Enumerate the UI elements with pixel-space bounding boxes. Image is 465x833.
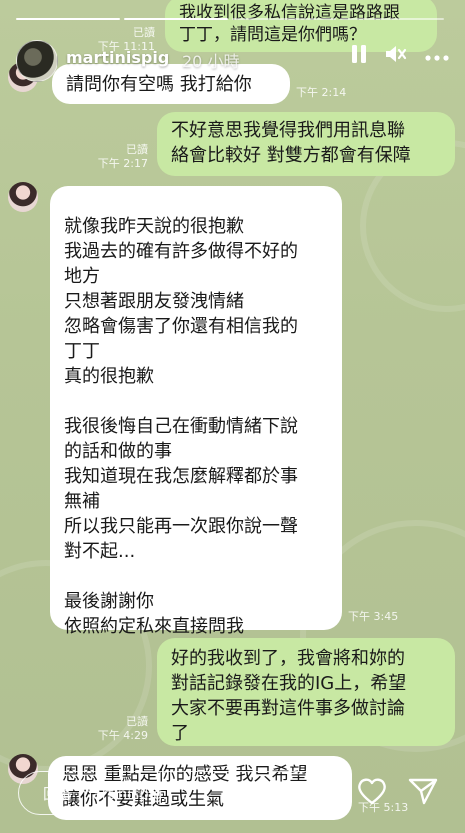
message-meta: 下午 2:14: [296, 86, 347, 99]
pause-icon[interactable]: [351, 44, 367, 68]
story-progress-segment: [16, 18, 120, 20]
header-controls: [351, 44, 449, 68]
reply-input[interactable]: [41, 781, 315, 807]
sender-avatar: [8, 182, 38, 212]
story-screen: 我收到很多私信說這是路路跟 丁丁，請問這是你們嗎？ 已讀 下午 11:11 請問…: [0, 0, 465, 833]
message-meta: 已讀 下午 2:17: [97, 143, 148, 170]
reply-box[interactable]: [18, 771, 336, 815]
username[interactable]: martinispig: [66, 48, 169, 67]
story-progress-segment: [340, 18, 444, 20]
profile-avatar[interactable]: [16, 40, 58, 82]
story-footer: [0, 763, 465, 833]
story-progress-segment: [232, 18, 336, 20]
message-bubble-outgoing: 不好意思我覺得我們用訊息聯 絡會比較好 對雙方都會有保障: [157, 112, 455, 176]
heart-icon[interactable]: [357, 777, 387, 809]
message-bubble-outgoing: 好的我收到了，我會將和妳的 對話記錄發在我的IG上，希望 大家不要再對這件事多做…: [157, 638, 455, 746]
speaker-muted-icon[interactable]: [385, 44, 407, 68]
story-progress-segment: [124, 18, 228, 20]
message-bubble-incoming: 就像我昨天說的很抱歉 我過去的確有許多做得不好的 地方 只想著跟朋友發洩情緒 忽…: [50, 186, 342, 637]
message-meta: 下午 3:45: [348, 610, 399, 623]
story-header: martinispig 20 小時: [16, 40, 449, 82]
post-time: 20 小時: [182, 52, 240, 71]
send-icon[interactable]: [408, 777, 438, 809]
message-meta: 已讀 下午 4:29: [97, 715, 148, 742]
more-dots-icon[interactable]: [425, 47, 449, 66]
